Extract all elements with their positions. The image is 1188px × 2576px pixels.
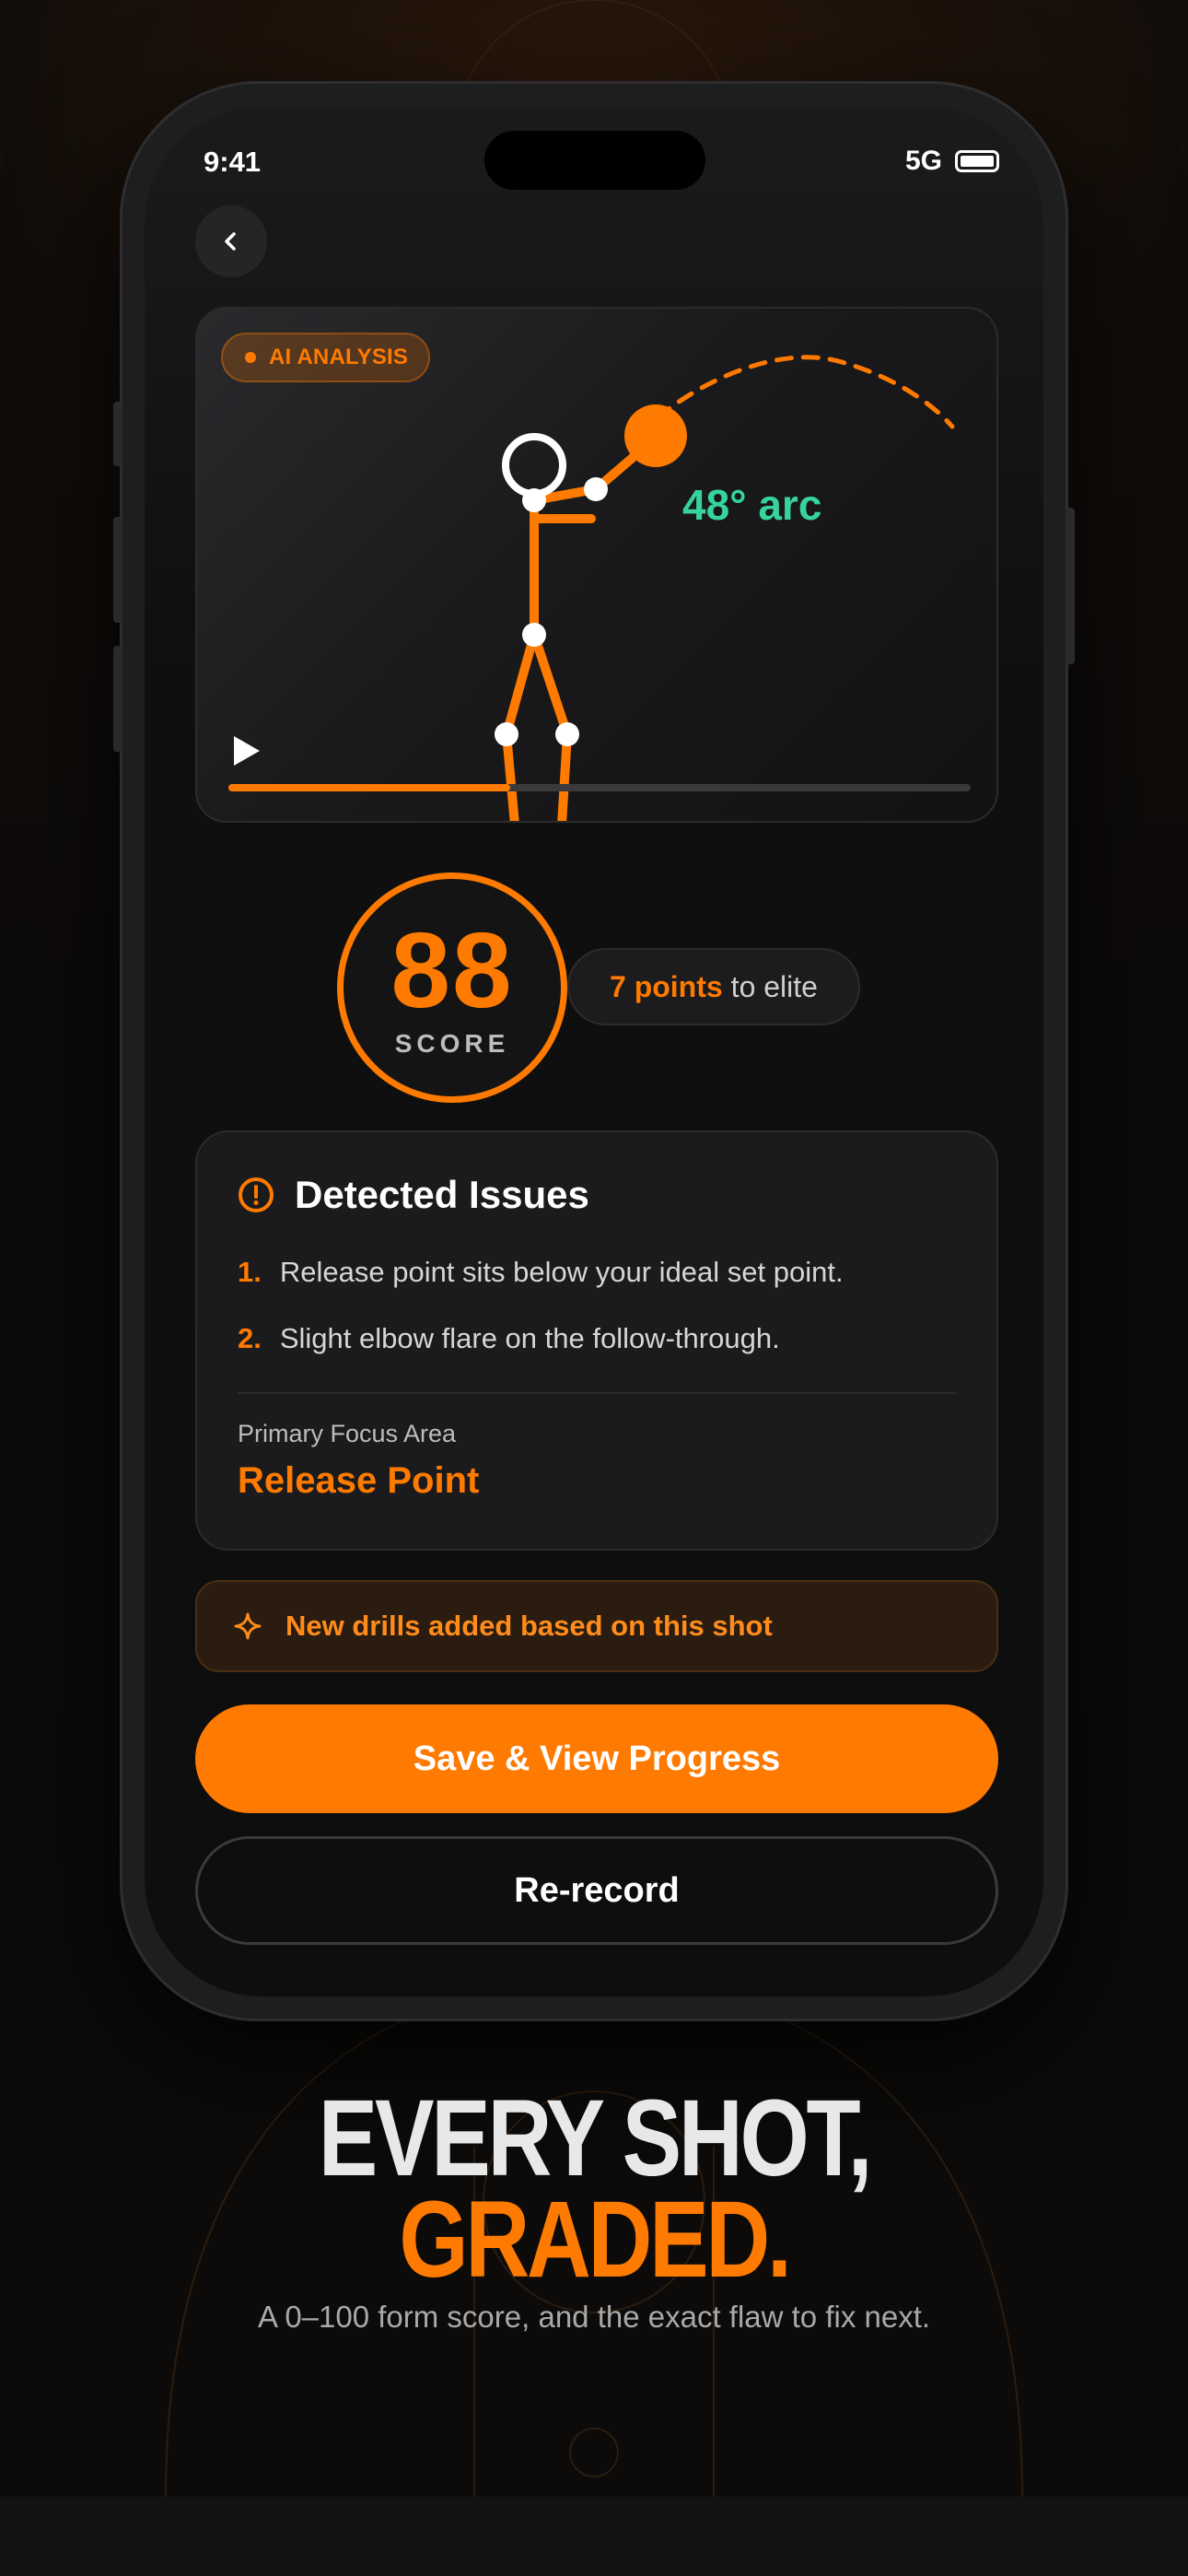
badge-dot	[245, 352, 256, 363]
focus-area-value: Release Point	[238, 1460, 480, 1501]
shot-arc-path	[655, 355, 955, 429]
issues-title: Detected Issues	[295, 1173, 589, 1216]
new-drills-text: New drills added based on this shot	[285, 1610, 773, 1642]
playback-scrubber[interactable]	[228, 784, 971, 791]
detected-issues-card: Detected Issues 1. Release point sits be…	[195, 1130, 998, 1551]
score-value: 88	[390, 910, 514, 1030]
issues-header: Detected Issues	[238, 1173, 589, 1217]
new-drills-banner[interactable]: New drills added based on this shot	[195, 1580, 998, 1672]
arc-angle-label: 48° arc	[682, 481, 822, 529]
issue-number: 2.	[238, 1322, 262, 1354]
issue-number: 1.	[238, 1256, 262, 1288]
issue-item: 2. Slight elbow flare on the follow-thro…	[238, 1322, 780, 1355]
chevron-left-icon	[225, 232, 236, 251]
save-view-progress-button[interactable]: Save & View Progress	[195, 1704, 998, 1813]
score-ring: 88 SCORE	[337, 872, 567, 1103]
play-icon[interactable]	[228, 732, 265, 769]
dynamic-island	[484, 131, 705, 190]
points-to-elite-pill: 7 points to elite	[567, 948, 860, 1025]
sparkle-icon	[234, 1612, 262, 1640]
phone-mute-switch	[113, 402, 122, 466]
issue-item: 1. Release point sits below your ideal s…	[238, 1256, 844, 1289]
points-to-elite-value: 7 points	[610, 969, 723, 1003]
phone-frame: 9:41 5G AI ANALYSIS 48° arc 88 SCORE 7 p…	[113, 81, 1075, 2021]
head-joint	[502, 433, 566, 498]
status-right: 5G	[905, 146, 999, 177]
alert-circle-icon	[239, 1177, 274, 1212]
issues-divider	[238, 1392, 956, 1394]
phone-volume-up	[113, 517, 122, 623]
re-record-button[interactable]: Re-record	[195, 1836, 998, 1945]
video-analysis-card[interactable]: AI ANALYSIS 48° arc	[195, 307, 998, 823]
ai-analysis-label: AI ANALYSIS	[269, 345, 409, 369]
network-label: 5G	[904, 146, 942, 176]
score-label: SCORE	[394, 1029, 510, 1058]
phone-screen: 9:41 5G AI ANALYSIS 48° arc 88 SCORE 7 p…	[145, 106, 1043, 1996]
headline-line-2: GRADED.	[399, 2179, 792, 2301]
phone-power-button	[1066, 508, 1075, 664]
issue-text: Slight elbow flare on the follow-through…	[279, 1322, 780, 1354]
ai-analysis-badge: AI ANALYSIS	[221, 333, 431, 382]
marketing-subline: A 0–100 form score, and the exact flaw t…	[257, 2300, 931, 2334]
pose-overlay	[495, 355, 955, 821]
bottom-band	[0, 2497, 1188, 2576]
status-time: 9:41	[204, 146, 262, 178]
focus-area-label: Primary Focus Area	[238, 1420, 457, 1447]
points-to-elite-text: to elite	[730, 969, 818, 1003]
back-button[interactable]	[195, 205, 267, 277]
phone-volume-down	[113, 646, 122, 752]
playback-progress-fill	[228, 784, 511, 791]
battery-icon	[955, 150, 999, 172]
headline-line-1: EVERY SHOT,	[318, 2078, 873, 2199]
issue-text: Release point sits below your ideal set …	[279, 1256, 844, 1288]
